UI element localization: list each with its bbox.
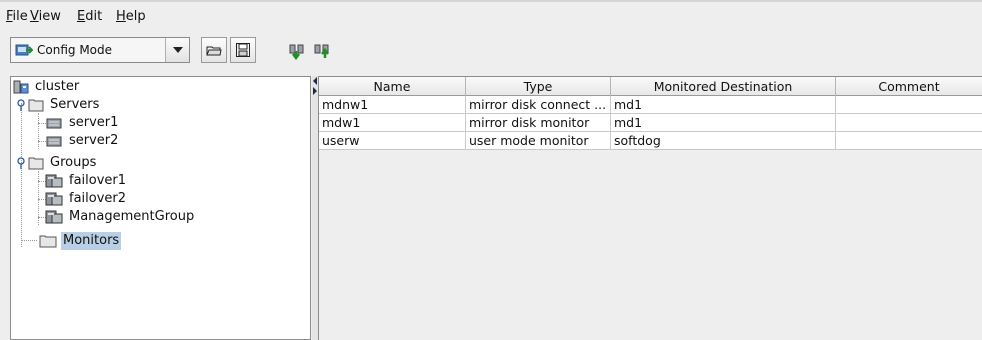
cell-comment [836, 96, 982, 114]
monitor-table: Name Type Monitored Destination Comment … [318, 76, 982, 340]
failover-group-icon [45, 210, 63, 224]
menu-edit[interactable]: Edit [77, 9, 102, 24]
expand-handle-servers-icon[interactable] [16, 99, 26, 111]
save-disk-icon [236, 43, 250, 57]
cell-name: mdw1 [319, 114, 466, 132]
upload-config-icon [314, 44, 329, 58]
cell-name: mdnw1 [319, 96, 466, 114]
menu-view[interactable]: View [30, 9, 61, 24]
tree-line-root [21, 103, 22, 247]
cluster-tree[interactable]: cluster Servers server1 server2 Groups f… [10, 76, 311, 340]
table-row[interactable]: mdw1 mirror disk monitor md1 [319, 114, 982, 132]
window-top-border [0, 0, 982, 2]
menu-file[interactable]: File [6, 9, 28, 24]
cell-type: mirror disk connect ... [466, 96, 611, 114]
mode-dropdown-button[interactable] [165, 38, 189, 62]
save-button[interactable] [230, 37, 256, 63]
cell-type: user mode monitor [466, 132, 611, 150]
tree-node-label: Servers [50, 97, 100, 112]
tree-node-label: Groups [50, 155, 97, 170]
table-row[interactable]: userw user mode monitor softdog [319, 132, 982, 150]
config-mode-icon [15, 44, 33, 56]
tree-node-label: Monitors [61, 232, 122, 250]
menu-help[interactable]: Help [116, 9, 146, 24]
tree-node-label: server1 [69, 115, 119, 130]
download-config-button[interactable] [284, 37, 310, 63]
server-icon [46, 118, 62, 129]
folder-icon [28, 99, 44, 112]
cell-comment [836, 132, 982, 150]
tree-node-label: ManagementGroup [69, 209, 195, 224]
column-header-comment[interactable]: Comment [836, 77, 982, 96]
upload-config-button[interactable] [309, 37, 335, 63]
menu-help-mnemonic: H [116, 9, 126, 24]
expand-handle-groups-icon[interactable] [16, 157, 26, 169]
column-header-monitored-destination[interactable]: Monitored Destination [611, 77, 836, 96]
toolbar: Config Mode [0, 31, 982, 71]
cell-comment [836, 114, 982, 132]
menu-view-label: iew [38, 9, 61, 24]
open-button[interactable] [201, 37, 227, 63]
menu-edit-label: dit [85, 9, 103, 24]
column-header-name[interactable]: Name [319, 77, 466, 96]
tree-line-monitors [21, 240, 37, 241]
cell-monitored-destination: md1 [611, 96, 836, 114]
menu-view-mnemonic: V [30, 9, 39, 24]
tree-node-label: cluster [35, 79, 80, 94]
table-header: Name Type Monitored Destination Comment [319, 77, 982, 96]
menu-file-label: ile [12, 9, 28, 24]
column-header-type[interactable]: Type [466, 77, 611, 96]
tree-node-label: server2 [69, 133, 119, 148]
cell-type: mirror disk monitor [466, 114, 611, 132]
download-config-icon [289, 44, 304, 60]
folder-icon [28, 157, 44, 170]
mode-select[interactable]: Config Mode [10, 37, 190, 63]
chevron-down-icon [173, 47, 183, 53]
server-icon [46, 136, 62, 147]
table-row[interactable]: mdnw1 mirror disk connect ... md1 [319, 96, 982, 114]
failover-group-icon [45, 174, 63, 188]
cell-monitored-destination: softdog [611, 132, 836, 150]
open-folder-icon [206, 46, 222, 56]
menu-bar: File View Edit Help [0, 3, 982, 31]
folder-icon [39, 235, 57, 248]
failover-group-icon [45, 192, 63, 206]
cell-name: userw [319, 132, 466, 150]
cell-monitored-destination: md1 [611, 114, 836, 132]
mode-select-value: Config Mode [37, 43, 113, 57]
tree-line-servers [38, 113, 39, 149]
cluster-icon [13, 80, 29, 94]
tree-node-label: failover2 [69, 191, 127, 206]
tree-node-label: failover1 [69, 173, 127, 188]
menu-edit-mnemonic: E [77, 9, 86, 24]
menu-help-label: elp [125, 9, 146, 24]
